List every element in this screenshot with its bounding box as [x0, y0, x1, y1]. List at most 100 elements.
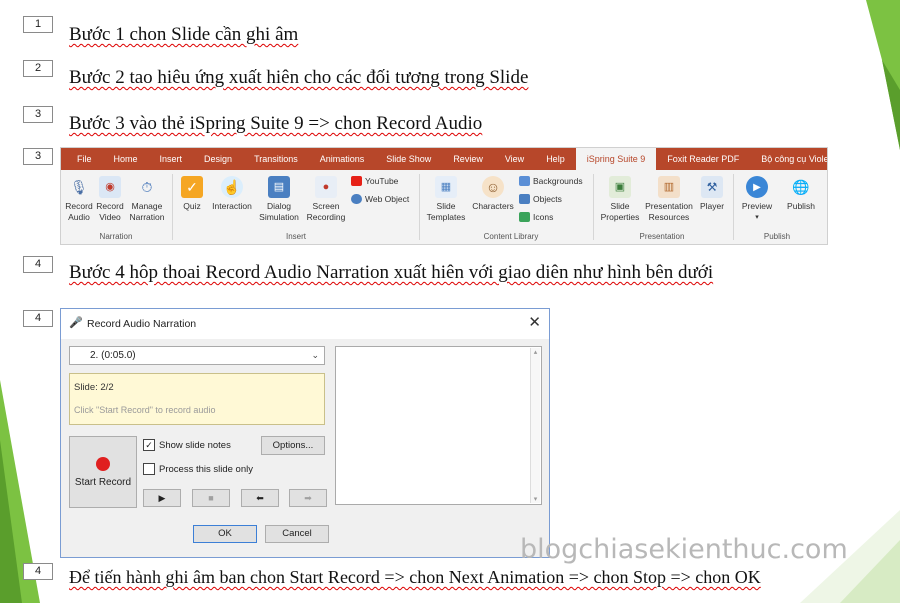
screen-record-icon: ●	[315, 176, 337, 198]
interaction-icon: ☝	[221, 176, 243, 198]
tab-review[interactable]: Review	[442, 148, 494, 170]
globe-icon	[351, 194, 362, 204]
arrow-left-icon: ⬅	[256, 493, 264, 503]
slide-properties-button[interactable]: ▣ Slide Properties	[597, 176, 643, 223]
dialog-simulation-button[interactable]: ▤ Dialog Simulation	[258, 176, 300, 223]
previous-animation-button[interactable]: ⬅	[241, 489, 279, 507]
step-number-box: 2	[23, 60, 53, 77]
screen-recording-button[interactable]: ● Screen Recording	[305, 176, 347, 223]
chevron-down-icon: ▾	[755, 214, 759, 221]
record-video-button[interactable]: ◉ Record Video	[95, 176, 125, 223]
youtube-button[interactable]: YouTube	[351, 176, 398, 186]
play-icon: ▶	[158, 493, 166, 503]
dialog-icon: ▤	[268, 176, 290, 198]
record-audio-button[interactable]: 🎙 Record Audio	[64, 176, 94, 223]
scrollbar[interactable]: ▴ ▾	[530, 348, 540, 503]
player-icon: ⚒	[701, 176, 723, 198]
stop-icon: ■	[208, 493, 214, 503]
tab-slide-show[interactable]: Slide Show	[375, 148, 442, 170]
group-narration: Narration	[99, 232, 133, 241]
step-1-text: Bước 1 chon Slide cần ghi âm	[69, 24, 299, 45]
characters-button[interactable]: ☺ Characters	[469, 176, 517, 212]
web-object-button[interactable]: Web Object	[351, 194, 409, 204]
tab-file[interactable]: File	[61, 148, 103, 170]
slide-properties-icon: ▣	[609, 176, 631, 198]
step-number-box: 4	[23, 256, 53, 273]
presentation-resources-button[interactable]: ▥ Presentation Resources	[643, 176, 695, 223]
tab-foxit-reader[interactable]: Foxit Reader PDF	[656, 148, 750, 170]
chevron-down-icon: ⌄	[311, 350, 319, 360]
record-audio-narration-dialog: 🎤 Record Audio Narration ✕ 2. (0:05.0) ⌄…	[60, 308, 550, 558]
template-icon: ▦	[435, 176, 457, 198]
tab-transitions[interactable]: Transitions	[243, 148, 309, 170]
step-4-text: Bước 4 hôp thoai Record Audio Narration …	[69, 262, 714, 283]
tab-view[interactable]: View	[494, 148, 535, 170]
interaction-button[interactable]: ☝ Interaction	[209, 176, 255, 212]
stopwatch-icon: ⏱	[141, 178, 153, 195]
objects-button[interactable]: Objects	[519, 194, 562, 204]
backgrounds-button[interactable]: Backgrounds	[519, 176, 583, 186]
tab-design[interactable]: Design	[193, 148, 243, 170]
step-number-box: 1	[23, 16, 53, 33]
tab-violet-tools[interactable]: Bộ công cụ Violet	[750, 148, 827, 170]
arrow-right-icon: ➡	[304, 493, 312, 503]
microphone-icon: 🎙	[70, 178, 88, 195]
quiz-button[interactable]: ✓ Quiz	[178, 176, 206, 212]
slide-templates-button[interactable]: ▦ Slide Templates	[424, 176, 468, 223]
ribbon-separator	[593, 174, 594, 240]
step-3-text: Bước 3 vào thẻ iSpring Suite 9 => chon R…	[69, 113, 483, 134]
tab-ispring-suite[interactable]: iSpring Suite 9	[575, 148, 657, 170]
start-record-button[interactable]: Start Record	[69, 436, 137, 508]
quiz-check-icon: ✓	[181, 176, 203, 198]
cancel-button[interactable]: Cancel	[265, 525, 329, 543]
checkbox-unchecked-icon	[143, 463, 155, 475]
play-button[interactable]: ▶	[143, 489, 181, 507]
ribbon-separator	[419, 174, 420, 240]
stop-button[interactable]: ■	[192, 489, 230, 507]
dialog-title: Record Audio Narration	[87, 318, 197, 330]
show-slide-notes-checkbox[interactable]: ✓ Show slide notes	[143, 439, 231, 451]
publish-button[interactable]: 🌐 Publish	[781, 176, 821, 212]
tab-insert[interactable]: Insert	[149, 148, 194, 170]
publish-globe-icon: 🌐	[792, 178, 810, 195]
process-this-slide-only-checkbox[interactable]: Process this slide only	[143, 463, 253, 475]
icons-button[interactable]: Icons	[519, 212, 553, 222]
group-presentation: Presentation	[639, 232, 685, 241]
ribbon-tab-bar: File Home Insert Design Transitions Anim…	[61, 148, 827, 170]
close-icon[interactable]: ✕	[528, 313, 541, 331]
microphone-icon: 🎤	[69, 317, 83, 329]
options-button[interactable]: Options...	[261, 436, 325, 455]
notes-slide-label: Slide: 2/2	[74, 382, 114, 393]
step-number-box: 4	[23, 563, 53, 580]
tab-help[interactable]: Help	[535, 148, 576, 170]
manage-narration-button[interactable]: ⏱ Manage Narration	[128, 176, 166, 223]
group-content-library: Content Library	[483, 232, 539, 241]
play-icon: ▶	[746, 176, 768, 198]
slide-notes-panel: Slide: 2/2 Click "Start Record" to recor…	[69, 373, 325, 425]
ribbon-separator	[172, 174, 173, 240]
tab-home[interactable]: Home	[103, 148, 149, 170]
chevron-down-icon[interactable]: ▾	[531, 495, 540, 503]
camera-icon: ◉	[99, 176, 121, 198]
ok-button[interactable]: OK	[193, 525, 257, 543]
group-insert: Insert	[285, 232, 306, 241]
group-publish: Publish	[763, 232, 791, 241]
player-button[interactable]: ⚒ Player	[697, 176, 727, 212]
character-icon: ☺	[482, 176, 504, 198]
step-number-box: 3	[23, 148, 53, 165]
image-icon	[519, 176, 530, 186]
next-animation-button[interactable]: ➡	[289, 489, 327, 507]
preview-button[interactable]: ▶ Preview ▾	[737, 176, 777, 223]
step-2-text: Bước 2 tao hiêu ứng xuất hiên cho các đố…	[69, 67, 529, 88]
final-step-text: Để tiến hành ghi âm ban chon Start Recor…	[69, 567, 761, 587]
checkbox-checked-icon: ✓	[143, 439, 155, 451]
tab-animations[interactable]: Animations	[309, 148, 376, 170]
ribbon-separator	[733, 174, 734, 240]
waveform-panel: ▴ ▾	[335, 346, 542, 505]
notes-hint: Click "Start Record" to record audio	[74, 405, 216, 415]
slide-select-combo[interactable]: 2. (0:05.0) ⌄	[69, 346, 325, 365]
chevron-up-icon[interactable]: ▴	[531, 348, 540, 356]
resources-icon: ▥	[658, 176, 680, 198]
youtube-icon	[351, 176, 362, 186]
step-number-box: 3	[23, 106, 53, 123]
